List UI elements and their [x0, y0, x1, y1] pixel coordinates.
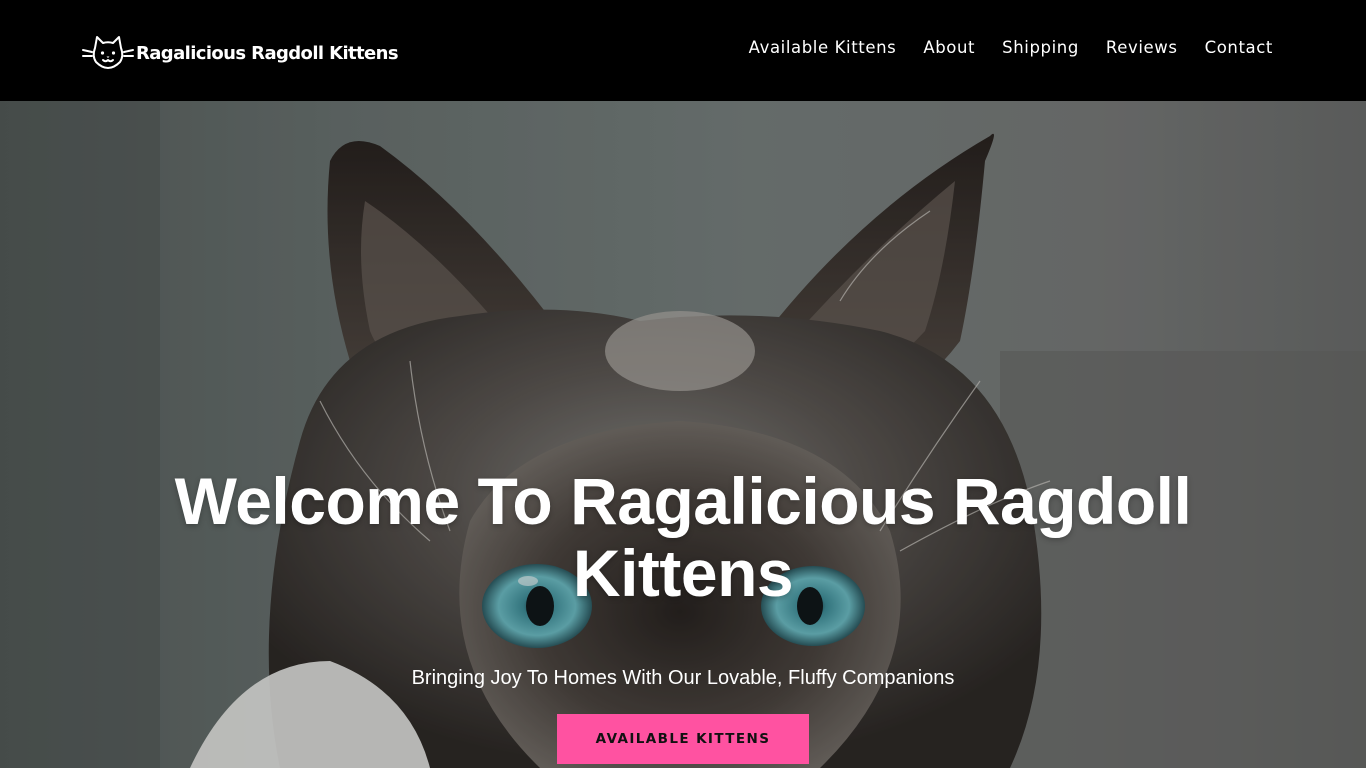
site-title: Ragalicious Ragdoll Kittens [136, 42, 399, 64]
available-kittens-button[interactable]: AVAILABLE KITTENS [557, 714, 809, 764]
nav-reviews[interactable]: Reviews [1106, 38, 1178, 57]
nav-about[interactable]: About [923, 38, 975, 57]
nav-available-kittens[interactable]: Available Kittens [749, 38, 897, 57]
hero-subtitle: Bringing Joy To Homes With Our Lovable, … [411, 667, 955, 689]
site-logo[interactable]: Ragalicious Ragdoll Kittens [82, 32, 399, 72]
hero-title: Welcome To Ragalicious Ragdoll Kittens [174, 464, 1192, 610]
cat-face-icon [82, 36, 134, 69]
main-nav: Available Kittens About Shipping Reviews… [749, 38, 1273, 57]
hero-section: Welcome To Ragalicious Ragdoll Kittens B… [0, 101, 1366, 768]
site-header: Ragalicious Ragdoll Kittens Available Ki… [0, 0, 1366, 101]
nav-contact[interactable]: Contact [1205, 38, 1273, 57]
nav-shipping[interactable]: Shipping [1002, 38, 1079, 57]
